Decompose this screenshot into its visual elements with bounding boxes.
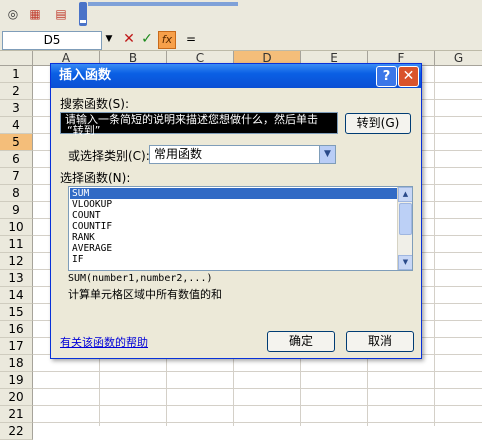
dialog-title: 插入函数 (59, 68, 112, 83)
function-description: 计算单元格区域中所有数值的和 (68, 288, 222, 301)
scroll-thumb[interactable] (399, 203, 412, 235)
formula-input[interactable]: = (182, 30, 482, 49)
row-header[interactable]: 17 (0, 338, 33, 355)
row-header[interactable]: 4 (0, 117, 33, 134)
search-text-line1: 请输入一条简短的说明来描述您想做什么，然后单击 (65, 113, 318, 126)
function-syntax: SUM(number1,number2,...) (68, 273, 213, 284)
scrollbar[interactable]: ▲ ▼ (397, 187, 412, 270)
cancel-icon[interactable]: ✕ (121, 30, 137, 49)
row-header[interactable]: 12 (0, 253, 33, 270)
list-item[interactable]: VLOOKUP (70, 199, 398, 210)
row-header[interactable]: 2 (0, 83, 33, 100)
function-list-label: 选择函数(N): (60, 171, 131, 185)
list-item[interactable]: IF (70, 254, 398, 265)
function-help-link[interactable]: 有关该函数的帮助 (60, 334, 148, 350)
row-header[interactable]: 16 (0, 321, 33, 338)
row-headers: 1 2 3 4 5 6 7 8 9 10 11 12 13 14 15 16 1… (0, 66, 33, 440)
row-header[interactable]: 20 (0, 389, 33, 406)
row-header[interactable]: 6 (0, 151, 33, 168)
goto-button[interactable]: 转到(G) (345, 113, 411, 134)
insert-function-dialog: 插入函数 ? ✕ 搜索函数(S): 请输入一条简短的说明来描述您想做什么，然后单… (50, 63, 422, 359)
row-header[interactable]: 3 (0, 100, 33, 117)
chevron-down-icon[interactable]: ▼ (103, 31, 115, 48)
category-label: 或选择类别(C): (68, 149, 150, 163)
ok-button[interactable]: 确定 (267, 331, 335, 352)
row-header[interactable]: 8 (0, 185, 33, 202)
list-item[interactable]: COUNT (70, 210, 398, 221)
row-header-selected[interactable]: 5 (0, 134, 33, 151)
row-header[interactable]: 18 (0, 355, 33, 372)
cancel-button[interactable]: 取消 (346, 331, 414, 352)
pdf-icon[interactable]: ▤ (52, 5, 70, 23)
help-button[interactable]: ? (376, 66, 397, 87)
close-button[interactable]: ✕ (398, 66, 419, 87)
row-header[interactable]: 15 (0, 304, 33, 321)
search-input[interactable]: 请输入一条简短的说明来描述您想做什么，然后单击 “转到” (60, 112, 338, 137)
scroll-up-icon[interactable]: ▲ (398, 187, 412, 202)
category-select[interactable]: 常用函数 ▼ (149, 145, 336, 164)
row-header[interactable]: 1 (0, 66, 33, 83)
dialog-title-bar[interactable]: 插入函数 ? ✕ (51, 64, 421, 88)
insert-function-icon[interactable]: fx (158, 31, 176, 49)
toolbar-options-icon[interactable] (79, 2, 87, 26)
toolbar: ◎ ▦ ▤ (0, 0, 482, 31)
enter-icon[interactable]: ✓ (139, 30, 155, 49)
wizard-icon[interactable]: ◎ (4, 5, 22, 23)
row-header[interactable]: 13 (0, 270, 33, 287)
search-text-line2: “转到” (67, 124, 101, 137)
name-box[interactable]: D5 (2, 31, 102, 50)
chevron-down-icon[interactable]: ▼ (319, 146, 335, 163)
row-header[interactable]: 10 (0, 219, 33, 236)
scroll-down-icon[interactable]: ▼ (398, 255, 412, 270)
function-list[interactable]: SUM VLOOKUP COUNT COUNTIF RANK AVERAGE I… (68, 186, 413, 271)
list-item[interactable]: COUNTIF (70, 221, 398, 232)
search-label: 搜索函数(S): (60, 97, 130, 111)
column-header-g[interactable]: G (435, 51, 482, 66)
row-header[interactable]: 19 (0, 372, 33, 389)
row-header[interactable]: 11 (0, 236, 33, 253)
select-all-corner[interactable] (0, 51, 33, 66)
toolbar-edge (88, 2, 238, 6)
row-header[interactable]: 21 (0, 406, 33, 423)
category-value: 常用函数 (154, 147, 203, 161)
row-header[interactable]: 9 (0, 202, 33, 219)
list-item[interactable]: RANK (70, 232, 398, 243)
chart-icon[interactable]: ▦ (26, 5, 44, 23)
list-item-selected[interactable]: SUM (70, 188, 398, 199)
row-header[interactable]: 14 (0, 287, 33, 304)
row-header[interactable]: 7 (0, 168, 33, 185)
list-item[interactable]: AVERAGE (70, 243, 398, 254)
formula-bar: D5 ▼ ✕ ✓ fx = (0, 30, 482, 51)
